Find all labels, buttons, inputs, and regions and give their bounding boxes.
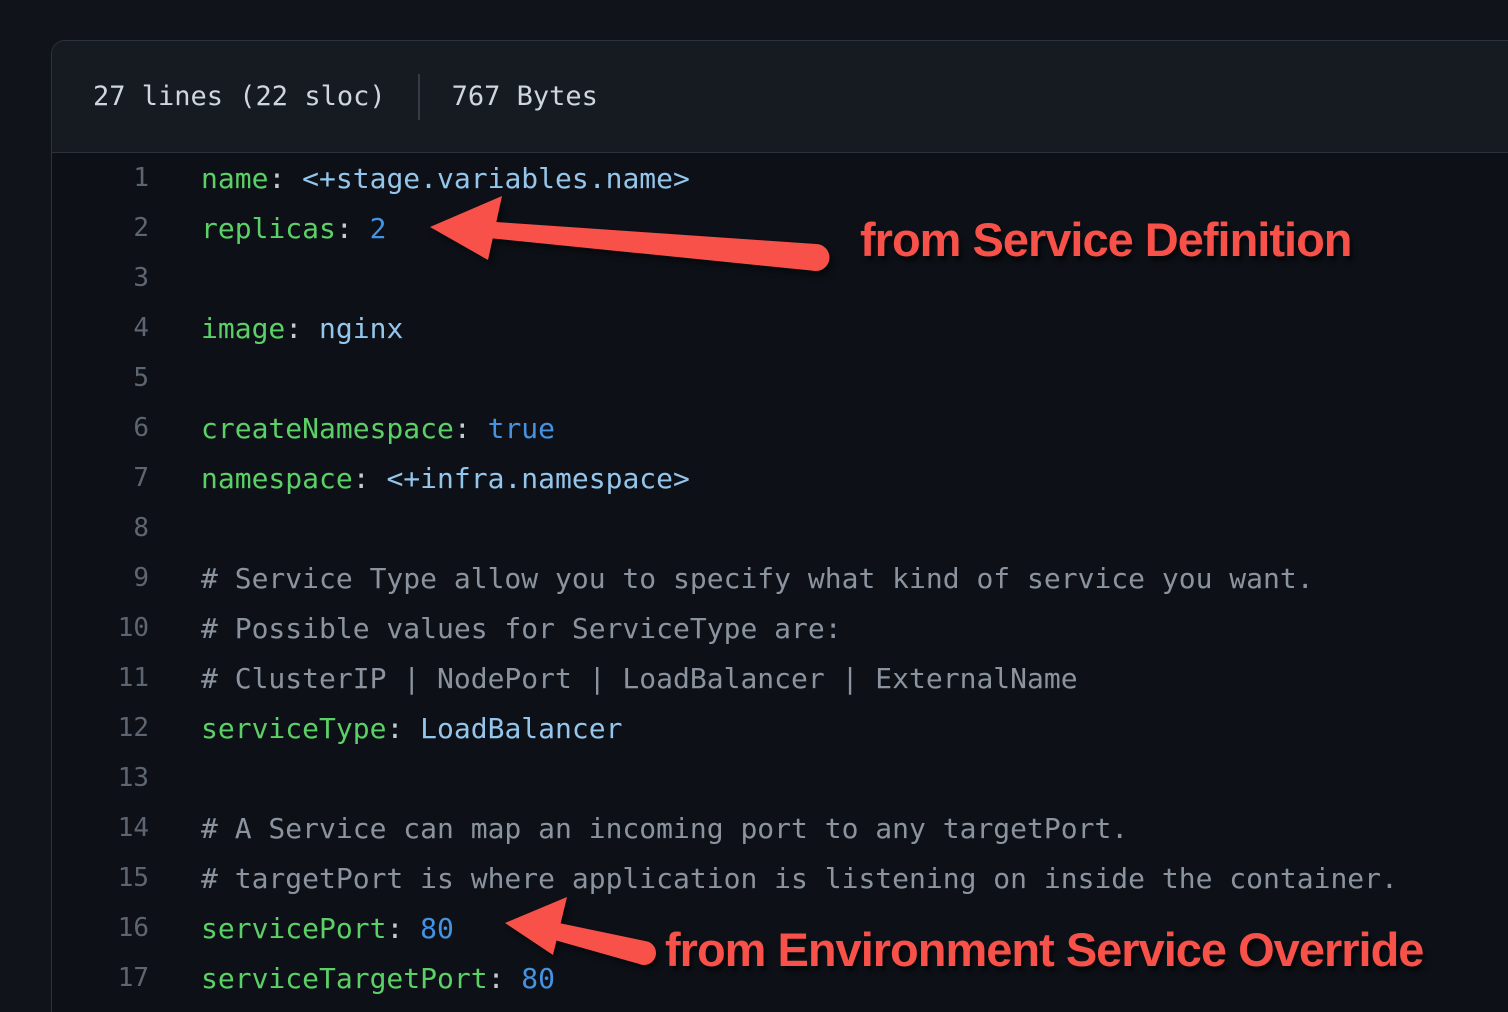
code-line-text: namespace: <+infra.namespace> — [149, 462, 690, 495]
code-line-text: # Possible values for ServiceType are: — [149, 612, 842, 645]
code-line-text: # targetPort is where application is lis… — [149, 862, 1398, 895]
code-line: 4image: nginx — [52, 303, 1508, 353]
file-size: 767 Bytes — [452, 81, 598, 112]
annotation-from-environment-service-override: from Environment Service Override — [665, 922, 1423, 977]
code-token-comment: # A Service can map an incoming port to … — [201, 812, 1128, 845]
code-line-text: # A Service can map an incoming port to … — [149, 812, 1128, 845]
code-line: 14 # A Service can map an incoming port t… — [52, 803, 1508, 853]
code-token-str: <+infra.namespace> — [386, 462, 689, 495]
file-header-bar: 27 lines (22 sloc) 767 Bytes — [52, 41, 1508, 153]
code-token-comment: # Service Type allow you to specify what… — [201, 562, 1314, 595]
red-arrow-left-icon — [420, 192, 830, 277]
code-line-text: # ClusterIP | NodePort | LoadBalancer | … — [149, 662, 1078, 695]
file-blob-card: 27 lines (22 sloc) 767 Bytes 1name: <+st… — [51, 40, 1508, 1012]
code-token-punc: : — [268, 162, 302, 195]
line-number[interactable]: 17 — [52, 963, 149, 993]
code-token-punc: : — [353, 462, 387, 495]
code-token-comment: # Possible values for ServiceType are: — [201, 612, 842, 645]
code-line-text: name: <+stage.variables.name> — [149, 162, 690, 195]
red-arrow-left-icon — [495, 895, 670, 990]
line-number[interactable]: 16 — [52, 913, 149, 943]
line-number[interactable]: 13 — [52, 763, 149, 793]
code-line-text: # Service Type allow you to specify what… — [149, 562, 1314, 595]
code-line-text: image: nginx — [149, 312, 403, 345]
code-token-key: createNamespace — [201, 412, 454, 445]
code-token-key: replicas — [201, 212, 336, 245]
code-line-text: createNamespace: true — [149, 412, 555, 445]
code-line: 15 # targetPort is where application is l… — [52, 853, 1508, 903]
line-number[interactable]: 12 — [52, 713, 149, 743]
file-lines-info: 27 lines (22 sloc) — [93, 81, 386, 112]
line-number[interactable]: 14 — [52, 813, 149, 843]
code-token-comment: # ClusterIP | NodePort | LoadBalancer | … — [201, 662, 1078, 695]
code-line: 10 # Possible values for ServiceType are: — [52, 603, 1508, 653]
line-number[interactable]: 3 — [52, 263, 149, 293]
code-line-text: serviceType: LoadBalancer — [149, 712, 622, 745]
code-area: 1name: <+stage.variables.name>2replicas:… — [52, 153, 1508, 1003]
code-line-text: servicePort: 80 — [149, 912, 454, 945]
code-token-num: true — [488, 412, 555, 445]
code-token-punc: : — [285, 312, 319, 345]
code-token-punc: : — [386, 912, 420, 945]
line-number[interactable]: 10 — [52, 613, 149, 643]
code-token-key: servicePort — [201, 912, 386, 945]
code-token-str: LoadBalancer — [420, 712, 622, 745]
code-token-str: <+stage.variables.name> — [302, 162, 690, 195]
line-number[interactable]: 5 — [52, 363, 149, 393]
code-line: 9 # Service Type allow you to specify wha… — [52, 553, 1508, 603]
code-line: 5 — [52, 353, 1508, 403]
code-token-str: nginx — [319, 312, 403, 345]
line-number[interactable]: 1 — [52, 163, 149, 193]
line-number[interactable]: 15 — [52, 863, 149, 893]
code-line: 8 — [52, 503, 1508, 553]
line-number[interactable]: 11 — [52, 663, 149, 693]
code-line: 7namespace: <+infra.namespace> — [52, 453, 1508, 503]
code-token-key: serviceTargetPort — [201, 962, 488, 995]
line-number[interactable]: 9 — [52, 563, 149, 593]
line-number[interactable]: 6 — [52, 413, 149, 443]
code-token-punc: : — [454, 412, 488, 445]
line-number[interactable]: 4 — [52, 313, 149, 343]
annotation-from-service-definition: from Service Definition — [860, 212, 1352, 267]
line-number[interactable]: 8 — [52, 513, 149, 543]
code-token-key: serviceType — [201, 712, 386, 745]
code-line: 6createNamespace: true — [52, 403, 1508, 453]
code-token-key: name — [201, 162, 268, 195]
code-token-num: 2 — [370, 212, 387, 245]
code-line: 11 # ClusterIP | NodePort | LoadBalancer … — [52, 653, 1508, 703]
code-line: 12serviceType: LoadBalancer — [52, 703, 1508, 753]
code-line-text: replicas: 2 — [149, 212, 386, 245]
code-token-key: image — [201, 312, 285, 345]
line-number[interactable]: 7 — [52, 463, 149, 493]
line-number[interactable]: 2 — [52, 213, 149, 243]
code-line: 13 — [52, 753, 1508, 803]
header-divider — [418, 74, 420, 120]
code-token-punc: : — [336, 212, 370, 245]
code-token-punc: : — [386, 712, 420, 745]
code-token-key: namespace — [201, 462, 353, 495]
code-token-comment: # targetPort is where application is lis… — [201, 862, 1398, 895]
code-token-num: 80 — [420, 912, 454, 945]
